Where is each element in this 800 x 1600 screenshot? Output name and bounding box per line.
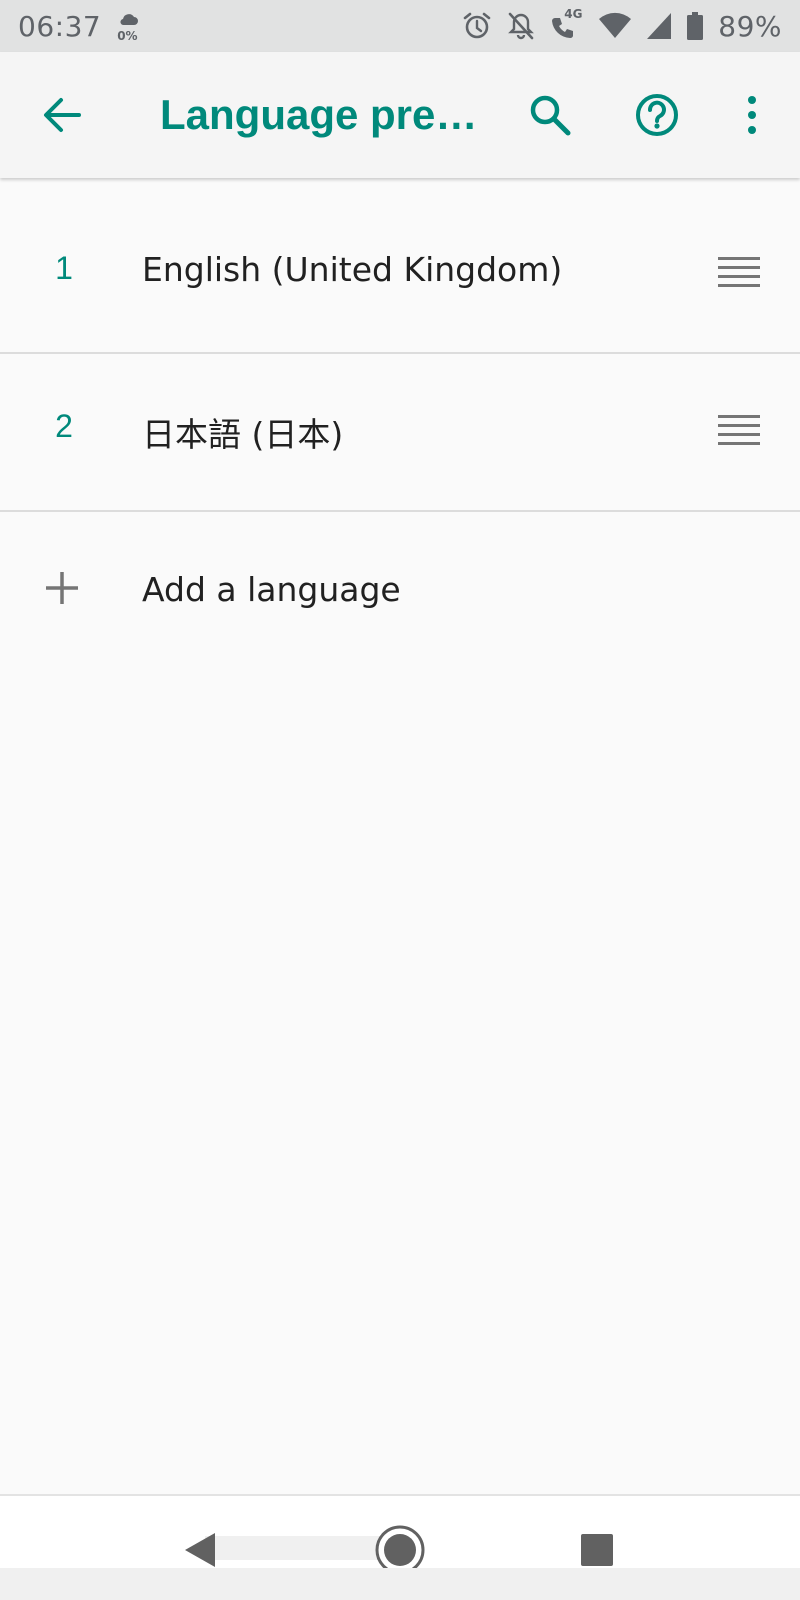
help-button[interactable] bbox=[627, 85, 687, 145]
plus-icon bbox=[46, 572, 78, 604]
notifications-off-icon bbox=[508, 12, 535, 40]
cloud-icon bbox=[120, 14, 139, 26]
add-language-button[interactable]: Add a language bbox=[0, 512, 800, 672]
nav-back-icon bbox=[185, 1533, 215, 1567]
drag-handle-icon[interactable] bbox=[718, 256, 760, 290]
add-language-label: Add a language bbox=[142, 570, 401, 609]
language-index: 2 bbox=[55, 408, 73, 444]
more-options-button[interactable] bbox=[722, 85, 782, 145]
app-bar: Language pref... bbox=[0, 52, 800, 178]
search-icon bbox=[530, 95, 571, 136]
language-index: 1 bbox=[55, 250, 73, 286]
page-title: Language pref... bbox=[160, 91, 480, 138]
language-list: 1 English (United Kingdom) 2 日本語 (日本) Ad… bbox=[0, 178, 800, 672]
language-item[interactable]: 1 English (United Kingdom) bbox=[0, 178, 800, 354]
network-label: 4G bbox=[564, 7, 583, 21]
back-arrow-icon bbox=[44, 98, 81, 132]
weather-indicator: 0% bbox=[117, 9, 141, 43]
nav-bottom-strip bbox=[0, 1568, 800, 1600]
drag-handle-icon[interactable] bbox=[718, 414, 760, 448]
volte-call-indicator: 4G bbox=[550, 7, 584, 43]
language-label: 日本語 (日本) bbox=[142, 415, 344, 454]
screen: 06:37 0% 4G 89% Language pref... 1 Engli… bbox=[0, 0, 800, 1600]
status-left: 06:37 0% bbox=[18, 9, 141, 43]
language-label: English (United Kingdom) bbox=[142, 250, 563, 289]
help-icon bbox=[636, 94, 678, 136]
battery-icon bbox=[687, 12, 704, 40]
search-button[interactable] bbox=[520, 85, 580, 145]
back-button[interactable] bbox=[32, 85, 92, 145]
battery-percent: 89% bbox=[718, 9, 782, 43]
weather-percent: 0% bbox=[117, 29, 138, 43]
status-right: 4G 89% bbox=[462, 7, 782, 43]
nav-recents-icon bbox=[581, 1534, 613, 1566]
more-vert-icon bbox=[748, 96, 756, 134]
alarm-icon bbox=[463, 12, 491, 39]
status-bar: 06:37 0% 4G 89% bbox=[0, 0, 800, 52]
cellular-signal-icon bbox=[647, 13, 672, 39]
wifi-icon bbox=[599, 12, 632, 38]
nav-gesture-pill bbox=[205, 1536, 395, 1560]
status-time: 06:37 bbox=[18, 9, 102, 43]
language-item[interactable]: 2 日本語 (日本) bbox=[0, 354, 800, 512]
